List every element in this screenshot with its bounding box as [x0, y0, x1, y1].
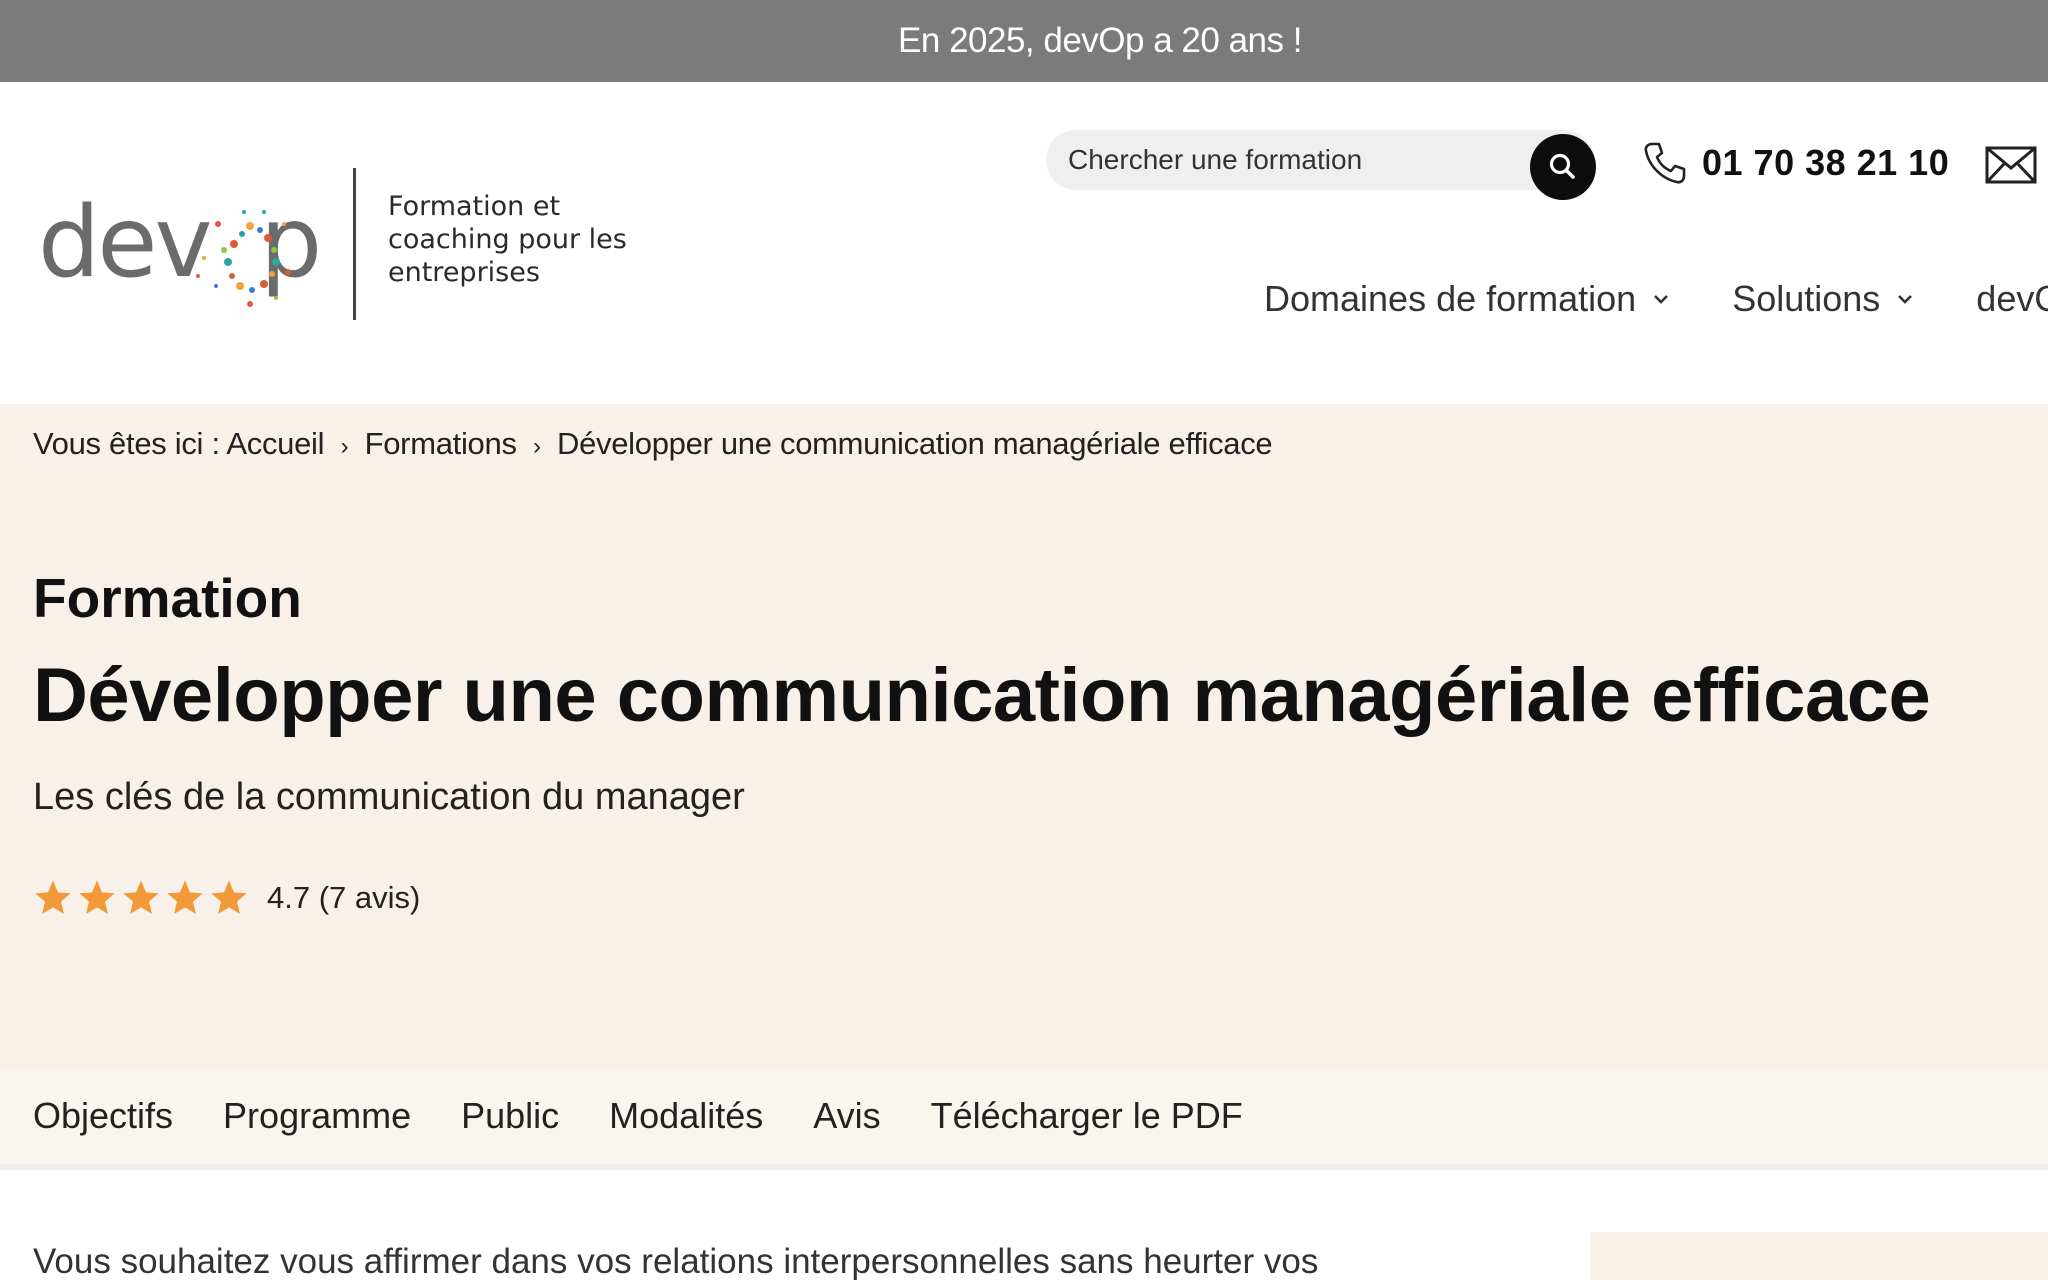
nav-item-label: Solutions — [1732, 278, 1881, 319]
side-card — [1590, 1232, 2048, 1280]
svg-text:p: p — [260, 186, 322, 300]
breadcrumb-separator: › — [532, 433, 541, 460]
breadcrumb-prefix: Vous êtes ici : — [33, 426, 220, 461]
tab-avis[interactable]: Avis — [813, 1095, 880, 1137]
breadcrumb-item-accueil[interactable]: Accueil — [226, 426, 324, 461]
logo-tagline: Formation et coaching pour les entrepris… — [388, 191, 627, 288]
hero-section: Vous êtes ici : Accueil › Formations › D… — [0, 404, 2048, 1068]
logo-divider — [353, 168, 356, 320]
breadcrumb-item-current: Développer une communication managériale… — [557, 426, 1273, 461]
nav-item-solutions[interactable]: Solutions — [1732, 278, 1914, 320]
page-kicker: Formation — [33, 567, 302, 629]
nav-item-label: Domaines de formation — [1264, 278, 1637, 319]
page-title: Développer une communication managériale… — [33, 653, 1931, 738]
logo[interactable]: dev p — [38, 154, 338, 334]
mail-icon — [1985, 146, 2037, 184]
star-icon — [35, 880, 71, 914]
star-icon — [167, 880, 203, 914]
nav-item-domaines[interactable]: Domaines de formation — [1264, 278, 1670, 320]
star-icon — [211, 880, 247, 914]
logo-mark: dev p — [38, 186, 322, 307]
announcement-bar: En 2025, devOp a 20 ans ! — [0, 0, 2048, 82]
rating-text: 4.7 (7 avis) — [267, 880, 421, 915]
mail-link[interactable] — [1984, 144, 2040, 193]
tab-telecharger-pdf[interactable]: Télécharger le PDF — [931, 1095, 1243, 1137]
breadcrumb: Vous êtes ici : Accueil › Formations › D… — [33, 426, 1273, 462]
search-icon — [1549, 153, 1575, 179]
breadcrumb-item-formations[interactable]: Formations — [365, 426, 517, 461]
nav-item-devop[interactable]: devOp — [1976, 278, 2048, 320]
search-button[interactable] — [1530, 134, 1596, 200]
page-subtitle: Les clés de la communication du manager — [33, 776, 745, 818]
nav-item-label: devOp — [1976, 278, 2048, 319]
site-header: dev p Formation et coaching pour les ent… — [0, 82, 2048, 404]
search-bar — [1046, 130, 1594, 190]
star-icon — [123, 880, 159, 914]
chevron-down-icon — [1898, 295, 1913, 304]
tab-programme[interactable]: Programme — [223, 1095, 411, 1137]
breadcrumb-separator: › — [340, 433, 349, 460]
chevron-down-icon — [1654, 295, 1669, 304]
svg-text:dev: dev — [38, 186, 211, 300]
announcement-text: En 2025, devOp a 20 ans ! — [898, 21, 1302, 60]
phone-link[interactable]: 01 70 38 21 10 — [1640, 138, 1949, 188]
main-nav: Domaines de formation Solutions devOp — [1264, 278, 2048, 320]
phone-number: 01 70 38 21 10 — [1702, 142, 1950, 183]
section-tabs: Objectifs Programme Public Modalités Avi… — [0, 1068, 2048, 1170]
rating[interactable]: 4.7 (7 avis) — [33, 878, 420, 918]
tab-objectifs[interactable]: Objectifs — [33, 1095, 173, 1137]
search-input[interactable] — [1068, 130, 1528, 190]
intro-text: Vous souhaitez vous affirmer dans vos re… — [33, 1242, 1319, 1280]
phone-icon — [1644, 142, 1686, 184]
tab-public[interactable]: Public — [461, 1095, 559, 1137]
rating-stars — [33, 878, 249, 918]
tab-modalites[interactable]: Modalités — [609, 1095, 763, 1137]
star-icon — [79, 880, 115, 914]
